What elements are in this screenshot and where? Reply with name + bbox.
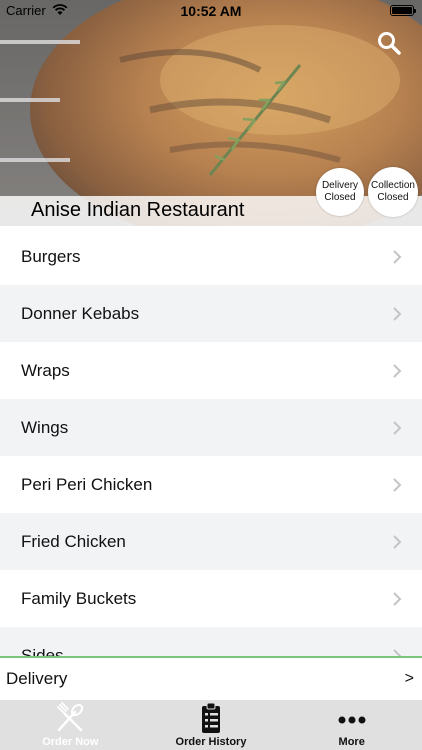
chevron-right-icon <box>393 363 402 378</box>
chevron-right-icon <box>393 249 402 264</box>
fork-knife-icon <box>57 702 84 732</box>
chevron-right-icon <box>393 648 402 656</box>
category-label: Burgers <box>21 246 81 266</box>
category-label: Wings <box>21 417 69 437</box>
battery-icon <box>390 5 416 16</box>
collection-badge-line1: Collection <box>371 180 415 191</box>
category-row-burgers[interactable]: Burgers <box>0 228 422 285</box>
category-label: Fried Chicken <box>21 531 126 551</box>
category-row-sides[interactable]: Sides <box>0 627 422 656</box>
category-row-family-buckets[interactable]: Family Buckets <box>0 570 422 627</box>
order-mode-bar[interactable]: Delivery > <box>0 656 422 700</box>
order-mode-label: Delivery <box>6 669 68 688</box>
chevron-right-icon <box>393 420 402 435</box>
clock-time: 10:52 AM <box>180 3 242 19</box>
tab-label: Order Now <box>42 736 99 748</box>
search-icon[interactable] <box>376 30 402 56</box>
delivery-badge-line1: Delivery <box>321 180 359 191</box>
chevron-right-icon <box>393 591 402 606</box>
category-label: Peri Peri Chicken <box>21 474 153 494</box>
restaurant-name: Anise Indian Restaurant <box>31 199 245 221</box>
collection-status-badge: Collection Closed <box>368 167 418 217</box>
category-label: Sides <box>21 645 64 657</box>
more-dots-icon <box>338 716 366 724</box>
category-row-fried-chicken[interactable]: Fried Chicken <box>0 513 422 570</box>
tab-more[interactable]: More <box>281 700 422 750</box>
tab-label: Order History <box>175 736 247 748</box>
category-row-donner-kebabs[interactable]: Donner Kebabs <box>0 285 422 342</box>
category-label: Donner Kebabs <box>21 303 140 323</box>
category-list: Burgers Donner Kebabs Wraps Wings Peri P… <box>0 228 422 656</box>
category-row-wings[interactable]: Wings <box>0 399 422 456</box>
tab-label: More <box>338 736 365 748</box>
tab-order-history[interactable]: Order History <box>141 700 282 750</box>
delivery-status-badge: Delivery Closed <box>316 168 364 216</box>
category-label: Family Buckets <box>21 588 137 608</box>
category-row-wraps[interactable]: Wraps <box>0 342 422 399</box>
tab-order-now[interactable]: Order Now <box>0 700 141 750</box>
category-row-peri-peri-chicken[interactable]: Peri Peri Chicken <box>0 456 422 513</box>
order-mode-arrow: > <box>404 670 414 687</box>
chevron-right-icon <box>393 306 402 321</box>
chevron-right-icon <box>393 477 402 492</box>
chevron-right-icon <box>393 534 402 549</box>
clipboard-list-icon <box>202 702 220 733</box>
hero-banner: Carrier 10:52 AM Anise Indian Restaurant… <box>0 0 422 226</box>
tab-bar: Order Now Order History More <box>0 700 422 750</box>
status-bar: Carrier 10:52 AM <box>0 0 422 22</box>
delivery-badge-line2: Closed <box>324 192 356 203</box>
category-label: Wraps <box>21 360 70 380</box>
collection-badge-line2: Closed <box>377 192 409 203</box>
